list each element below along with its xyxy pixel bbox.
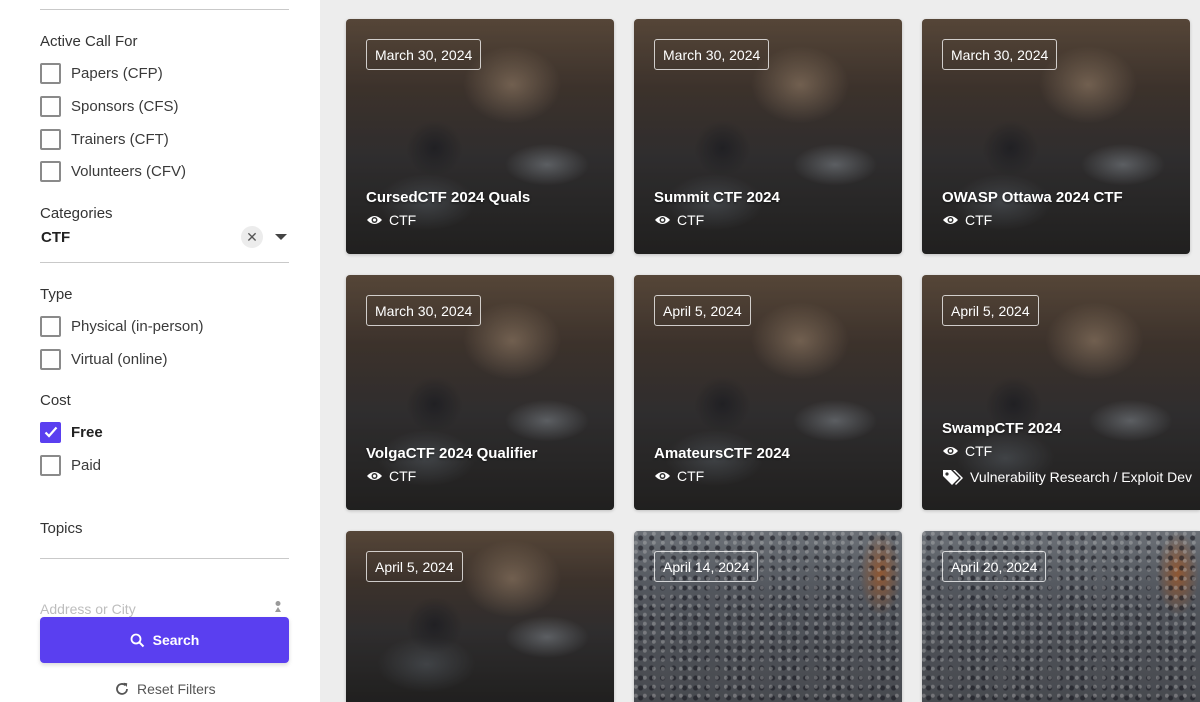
- search-button[interactable]: Search: [40, 617, 289, 663]
- checkbox-virtual[interactable]: Virtual (online): [40, 348, 167, 370]
- categories-selected-value: CTF: [41, 229, 71, 246]
- checkbox-box[interactable]: [40, 95, 61, 117]
- eye-icon: [655, 472, 670, 480]
- eye-icon: [943, 447, 958, 455]
- eye-icon: [943, 216, 958, 224]
- clear-icon[interactable]: ✕: [241, 226, 263, 248]
- event-card[interactable]: March 30, 2024 Summit CTF 2024 CTF: [634, 19, 902, 254]
- topics-heading: Topics: [40, 520, 83, 537]
- divider: [40, 262, 289, 263]
- categories-select[interactable]: CTF ✕: [40, 226, 289, 250]
- reset-filters-button[interactable]: Reset Filters: [114, 680, 216, 698]
- checkbox-papers-cfp[interactable]: Papers (CFP): [40, 62, 163, 84]
- checkbox-physical[interactable]: Physical (in-person): [40, 315, 204, 337]
- checkbox-box[interactable]: [40, 62, 61, 84]
- event-card[interactable]: April 5, 2024 AmateursCTF 2024 CTF: [634, 275, 902, 510]
- event-date-chip: March 30, 2024: [366, 295, 482, 326]
- event-date-chip: April 5, 2024: [942, 295, 1039, 326]
- refresh-icon: [116, 682, 128, 695]
- event-title[interactable]: Summit CTF 2024: [654, 189, 780, 206]
- event-category-label: CTF: [677, 212, 705, 228]
- event-date-chip: April 14, 2024: [654, 551, 759, 582]
- checkbox-box[interactable]: [40, 160, 61, 182]
- event-card[interactable]: April 5, 2024 SwampCTF 2024 CTF Vulnerab…: [922, 275, 1200, 510]
- event-category: CTF: [942, 441, 992, 461]
- checkbox-box[interactable]: [40, 315, 61, 337]
- event-card[interactable]: March 30, 2024 CursedCTF 2024 Quals CTF: [346, 19, 614, 254]
- event-title[interactable]: SwampCTF 2024: [942, 420, 1061, 437]
- event-category-label: CTF: [965, 443, 993, 459]
- checkbox-label: Papers (CFP): [71, 64, 163, 82]
- event-card[interactable]: April 20, 2024: [922, 531, 1200, 702]
- event-card[interactable]: April 14, 2024: [634, 531, 902, 702]
- event-card[interactable]: March 30, 2024 VolgaCTF 2024 Qualifier C…: [346, 275, 614, 510]
- address-input[interactable]: [40, 600, 270, 618]
- checkbox-free[interactable]: Free: [40, 421, 103, 443]
- checkbox-label: Free: [71, 423, 103, 441]
- checkbox-box[interactable]: [40, 454, 61, 476]
- event-date-chip: March 30, 2024: [942, 39, 1058, 70]
- categories-heading: Categories: [40, 205, 113, 222]
- event-title[interactable]: AmateursCTF 2024: [654, 445, 790, 462]
- event-title[interactable]: CursedCTF 2024 Quals: [366, 189, 530, 206]
- event-category-label: CTF: [389, 212, 417, 228]
- checkbox-paid[interactable]: Paid: [40, 454, 101, 476]
- checkbox-trainers-cft[interactable]: Trainers (CFT): [40, 128, 169, 150]
- event-category-label: CTF: [677, 468, 705, 484]
- active-call-heading: Active Call For: [40, 33, 138, 50]
- checkbox-label: Paid: [71, 456, 102, 474]
- checkbox-label: Virtual (online): [71, 350, 168, 368]
- event-title[interactable]: OWASP Ottawa 2024 CTF: [942, 189, 1123, 206]
- event-category-label: CTF: [389, 468, 417, 484]
- search-icon: [130, 633, 144, 647]
- event-date-chip: April 5, 2024: [654, 295, 751, 326]
- location-pin-icon: [275, 601, 281, 612]
- event-category: CTF: [654, 466, 704, 486]
- event-category: CTF: [366, 466, 416, 486]
- event-card[interactable]: April 5, 2024: [346, 531, 614, 702]
- event-date-chip: March 30, 2024: [366, 39, 482, 70]
- eye-icon: [367, 216, 382, 224]
- event-date-chip: April 5, 2024: [366, 551, 463, 582]
- checkbox-box[interactable]: [40, 348, 61, 370]
- filter-sidebar: Active Call For Papers (CFP) Sponsors (C…: [0, 0, 320, 702]
- checkbox-label: Physical (in-person): [71, 317, 204, 335]
- event-title[interactable]: VolgaCTF 2024 Qualifier: [366, 445, 537, 462]
- checkbox-volunteers-cfv[interactable]: Volunteers (CFV): [40, 160, 186, 182]
- tags-icon: [943, 470, 963, 485]
- event-card[interactable]: March 30, 2024 OWASP Ottawa 2024 CTF CTF: [922, 19, 1190, 254]
- check-icon: [44, 426, 57, 438]
- checkbox-label: Sponsors (CFS): [71, 97, 179, 115]
- cost-heading: Cost: [40, 392, 71, 409]
- type-heading: Type: [40, 286, 73, 303]
- divider: [40, 9, 289, 10]
- event-topic: Vulnerability Research / Exploit Dev: [942, 467, 1192, 487]
- event-category: CTF: [942, 210, 992, 230]
- checkbox-label: Volunteers (CFV): [71, 162, 187, 180]
- caret-down-icon[interactable]: [275, 234, 287, 240]
- checkbox-box[interactable]: [40, 128, 61, 150]
- event-topic-label: Vulnerability Research / Exploit Dev: [970, 469, 1193, 485]
- checkbox-sponsors-cfs[interactable]: Sponsors (CFS): [40, 95, 179, 117]
- search-button-label: Search: [152, 632, 200, 648]
- checkbox-label: Trainers (CFT): [71, 130, 169, 148]
- eye-icon: [367, 472, 382, 480]
- event-date-chip: April 20, 2024: [942, 551, 1047, 582]
- event-date-chip: March 30, 2024: [654, 39, 770, 70]
- event-category-label: CTF: [965, 212, 993, 228]
- checkbox-box-checked[interactable]: [40, 421, 61, 443]
- eye-icon: [655, 216, 670, 224]
- event-category: CTF: [366, 210, 416, 230]
- topics-input-underline: [40, 558, 289, 559]
- event-category: CTF: [654, 210, 704, 230]
- reset-filters-label: Reset Filters: [137, 681, 216, 697]
